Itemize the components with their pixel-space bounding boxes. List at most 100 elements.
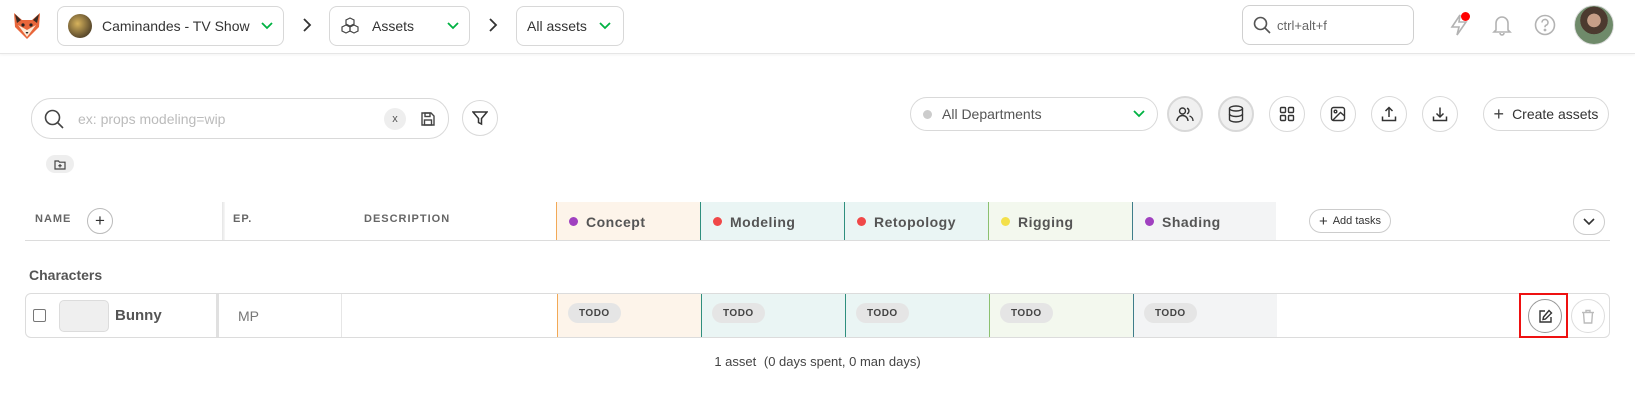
- image-icon: [1330, 106, 1346, 122]
- bell-icon[interactable]: [1489, 12, 1515, 38]
- task-type-color-dot: [1145, 217, 1154, 226]
- task-status-badge[interactable]: TODO: [1144, 303, 1197, 323]
- department-color-dot: [923, 109, 932, 119]
- task-status-badge[interactable]: TODO: [856, 303, 909, 323]
- upload-icon: [1381, 106, 1397, 122]
- download-icon: [1432, 107, 1448, 122]
- create-assets-label: Create assets: [1512, 106, 1599, 122]
- import-button[interactable]: [1371, 96, 1407, 132]
- chevron-down-icon: [447, 22, 459, 30]
- help-icon[interactable]: [1532, 12, 1558, 38]
- chevron-down-icon: [261, 22, 273, 30]
- add-thumbnails-button[interactable]: [1320, 96, 1356, 132]
- plus-icon: +: [1493, 103, 1505, 124]
- task-status-badge[interactable]: TODO: [712, 303, 765, 323]
- production-avatar: [68, 14, 92, 38]
- search-icon: [1253, 16, 1271, 34]
- task-column-header[interactable]: Shading: [1132, 202, 1276, 241]
- task-type-name: Rigging: [1018, 213, 1074, 230]
- search-icon: [44, 109, 64, 129]
- toggle-columns-button[interactable]: [1573, 209, 1605, 235]
- asset-search-input[interactable]: ex: props modeling=wip x: [31, 98, 449, 139]
- toggle-stats-button[interactable]: [1218, 96, 1254, 132]
- kitsu-fox-logo-icon[interactable]: [12, 11, 42, 41]
- task-column-header[interactable]: Rigging: [988, 202, 1132, 241]
- user-avatar[interactable]: [1574, 5, 1614, 45]
- filter-builder-button[interactable]: [462, 100, 498, 136]
- task-type-color-dot: [569, 217, 578, 226]
- database-icon: [1228, 105, 1244, 123]
- production-selector[interactable]: Caminandes - TV Show: [57, 6, 284, 46]
- section-selector[interactable]: Assets: [329, 6, 470, 46]
- header-divider: [25, 240, 1610, 241]
- toggle-grid-button[interactable]: [1269, 96, 1305, 132]
- task-type-name: Shading: [1162, 213, 1221, 230]
- notification-dot: [1461, 12, 1470, 21]
- folder-icon: [54, 159, 66, 170]
- header-name: NAME: [35, 213, 72, 225]
- cubes-icon: [340, 17, 360, 35]
- task-status-cell[interactable]: TODO: [557, 294, 701, 337]
- create-assets-button[interactable]: + Create assets: [1483, 97, 1609, 131]
- task-type-name: Retopology: [874, 213, 956, 230]
- task-type-color-dot: [713, 217, 722, 226]
- toggle-assignments-button[interactable]: [1167, 96, 1203, 132]
- task-type-color-dot: [857, 217, 866, 226]
- task-status-cell[interactable]: TODO: [845, 294, 989, 337]
- global-search-input[interactable]: ctrl+alt+f: [1242, 5, 1414, 45]
- task-type-name: Concept: [586, 213, 646, 230]
- save-search-icon[interactable]: [420, 111, 436, 127]
- production-name: Caminandes - TV Show: [102, 18, 250, 34]
- task-status-cell[interactable]: TODO: [1133, 294, 1277, 337]
- add-tasks-label: Add tasks: [1332, 215, 1382, 227]
- breadcrumb-arrow-icon: [488, 18, 498, 37]
- asset-name[interactable]: Bunny: [115, 307, 162, 324]
- edit-asset-button[interactable]: [1528, 299, 1562, 333]
- department-select[interactable]: All Departments: [910, 97, 1158, 131]
- top-bar: Caminandes - TV Show Assets All assets c: [0, 0, 1635, 54]
- section-name: Assets: [372, 18, 415, 34]
- asset-stats: (0 days spent, 0 man days): [763, 354, 921, 369]
- chevron-down-icon: [1133, 110, 1145, 118]
- people-icon: [1176, 107, 1194, 122]
- funnel-icon: [472, 111, 488, 126]
- grid-icon: [1279, 106, 1295, 122]
- delete-asset-button[interactable]: [1571, 299, 1605, 333]
- edit-icon: [1538, 308, 1552, 323]
- folder-filter-chip[interactable]: [46, 155, 74, 173]
- header-episode: EP.: [233, 213, 253, 225]
- add-tasks-button[interactable]: + Add tasks: [1309, 209, 1391, 233]
- asset-type-group-title: Characters: [29, 267, 103, 283]
- asset-summary: 1 asset (0 days spent, 0 man days): [0, 354, 1635, 369]
- global-search-placeholder: ctrl+alt+f: [1277, 17, 1327, 33]
- chevron-down-icon: [1583, 218, 1595, 226]
- task-type-color-dot: [1001, 217, 1010, 226]
- asset-thumbnail[interactable]: [59, 300, 109, 332]
- view-selector[interactable]: All assets: [516, 6, 624, 46]
- clear-search-button[interactable]: x: [384, 107, 406, 130]
- asset-search-placeholder: ex: props modeling=wip: [78, 110, 226, 127]
- row-select-checkbox[interactable]: [33, 309, 46, 322]
- department-value: All Departments: [942, 106, 1042, 122]
- asset-count: 1 asset: [714, 354, 757, 369]
- breadcrumb-arrow-icon: [302, 18, 312, 37]
- task-status-cell[interactable]: TODO: [989, 294, 1133, 337]
- task-column-header[interactable]: Concept: [556, 202, 700, 241]
- view-name: All assets: [527, 18, 587, 34]
- task-status-badge[interactable]: TODO: [1000, 303, 1053, 323]
- task-type-name: Modeling: [730, 213, 796, 230]
- chevron-down-icon: [599, 22, 611, 30]
- task-column-header[interactable]: Modeling: [700, 202, 844, 241]
- sticky-column-shadow: [222, 202, 225, 240]
- add-metadata-column-button[interactable]: +: [87, 208, 113, 234]
- task-column-header[interactable]: Retopology: [844, 202, 988, 241]
- header-description: DESCRIPTION: [364, 213, 451, 225]
- column-divider: [341, 294, 342, 337]
- table-row: TODO TODO TODO TODO TODO Bunny MP: [25, 293, 1610, 338]
- trash-icon: [1582, 309, 1594, 324]
- task-status-cell[interactable]: TODO: [701, 294, 845, 337]
- export-button[interactable]: [1422, 96, 1458, 132]
- asset-episode: MP: [238, 308, 259, 324]
- task-status-badge[interactable]: TODO: [568, 303, 621, 323]
- plus-icon: +: [1318, 212, 1328, 230]
